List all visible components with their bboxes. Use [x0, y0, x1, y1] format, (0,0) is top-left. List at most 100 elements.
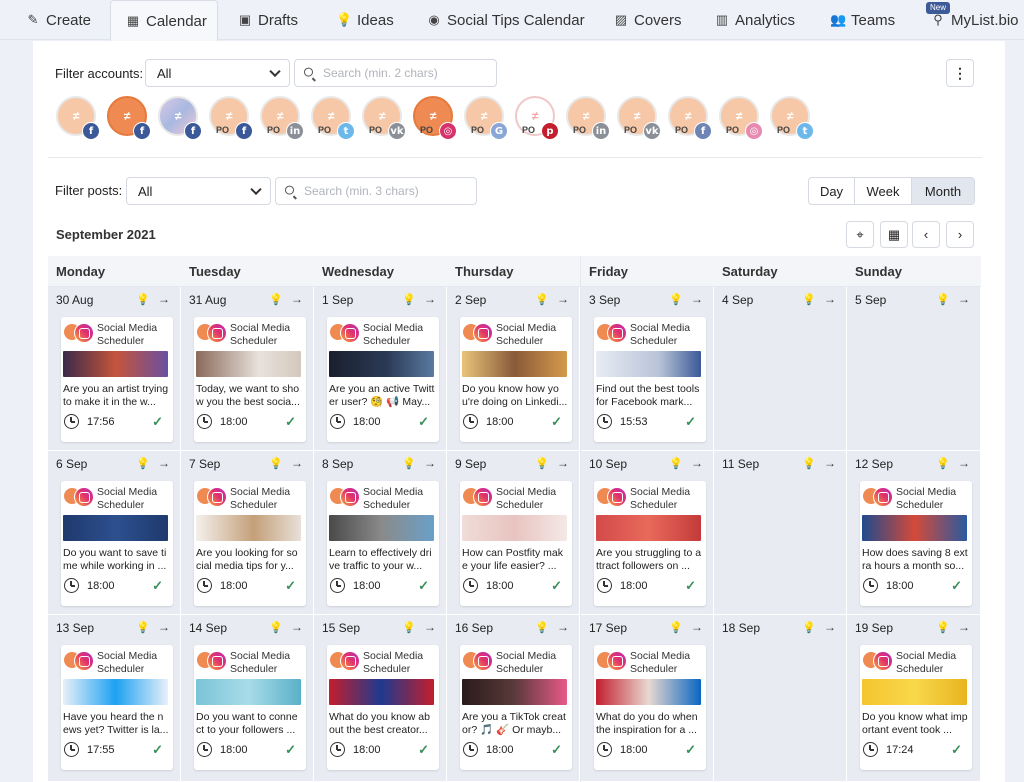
add-idea-button[interactable]: 💡 [402, 457, 416, 470]
calendar-day-cell[interactable]: 13 Sep 💡 → Social Media Scheduler Have you h… [48, 615, 181, 782]
scheduled-post-card[interactable]: Social Media Scheduler Are you struggling… [594, 481, 706, 606]
open-day-button[interactable]: → [691, 292, 703, 306]
scheduled-post-card[interactable]: Social Media Scheduler Today, we want to … [194, 317, 306, 442]
calendar-day-cell[interactable]: 4 Sep 💡 → [714, 287, 847, 451]
day-view-button[interactable]: Day [809, 178, 855, 204]
scheduled-post-card[interactable]: Social Media Scheduler Have you heard the… [61, 645, 173, 770]
open-day-button[interactable]: → [424, 456, 436, 470]
scheduled-post-card[interactable]: Social Media Scheduler Find out the best … [594, 317, 706, 442]
scheduled-post-card[interactable]: Social Media Scheduler Do you want to sav… [61, 481, 173, 606]
tab-covers[interactable]: ▨ Covers [613, 0, 682, 40]
calendar-day-cell[interactable]: 19 Sep 💡 → Social Media Scheduler Do you kno… [847, 615, 981, 782]
add-idea-button[interactable]: 💡 [269, 457, 283, 470]
calendar-day-cell[interactable]: 30 Aug 💡 → Social Media Scheduler Are you an… [48, 287, 181, 451]
calendar-day-cell[interactable]: 14 Sep 💡 → Social Media Scheduler Do you wan… [181, 615, 314, 782]
account-avatar[interactable]: ≠ PO t [770, 96, 814, 140]
account-avatar[interactable]: ≠ PO in [566, 96, 610, 140]
tab-analytics[interactable]: ▥ Analytics [714, 0, 795, 40]
tab-create[interactable]: ✎ Create [25, 0, 91, 40]
open-day-button[interactable]: → [824, 292, 836, 306]
calendar-day-cell[interactable]: 8 Sep 💡 → Social Media Scheduler Learn to ef… [314, 451, 447, 615]
calendar-day-cell[interactable]: 10 Sep 💡 → Social Media Scheduler Are you st… [581, 451, 714, 615]
more-options-button[interactable]: ⋮ [946, 59, 974, 87]
account-avatar[interactable]: ≠ PO vk [362, 96, 406, 140]
calendar-day-cell[interactable]: 15 Sep 💡 → Social Media Scheduler What do yo… [314, 615, 447, 782]
scheduled-post-card[interactable]: Social Media Scheduler How does saving 8 … [860, 481, 972, 606]
account-avatar[interactable]: ≠ f [107, 96, 151, 140]
account-avatar[interactable]: ≠ PO ◎ [413, 96, 457, 140]
add-idea-button[interactable]: 💡 [402, 621, 416, 634]
add-idea-button[interactable]: 💡 [802, 621, 816, 634]
tab-drafts[interactable]: ▣ Drafts [237, 0, 298, 40]
calendar-day-cell[interactable]: 9 Sep 💡 → Social Media Scheduler How can Pos… [447, 451, 580, 615]
calendar-day-cell[interactable]: 1 Sep 💡 → Social Media Scheduler Are you an … [314, 287, 447, 451]
scheduled-post-card[interactable]: Social Media Scheduler Do you know how yo… [460, 317, 572, 442]
open-day-button[interactable]: → [424, 620, 436, 634]
calendar-day-cell[interactable]: 16 Sep 💡 → Social Media Scheduler Are you a … [447, 615, 580, 782]
calendar-day-cell[interactable]: 18 Sep 💡 → [714, 615, 847, 782]
add-idea-button[interactable]: 💡 [936, 457, 950, 470]
today-button[interactable]: ⌖ [846, 221, 874, 248]
calendar-day-cell[interactable]: 7 Sep 💡 → Social Media Scheduler Are you loo… [181, 451, 314, 615]
add-idea-button[interactable]: 💡 [136, 293, 150, 306]
add-idea-button[interactable]: 💡 [936, 293, 950, 306]
account-avatar[interactable]: ≠ PO f [668, 96, 712, 140]
account-avatar[interactable]: ≠ PO in [260, 96, 304, 140]
scheduled-post-card[interactable]: Social Media Scheduler Are you looking fo… [194, 481, 306, 606]
scheduled-post-card[interactable]: Social Media Scheduler Do you want to con… [194, 645, 306, 770]
open-day-button[interactable]: → [958, 292, 970, 306]
filter-posts-select[interactable]: All [126, 177, 271, 205]
calendar-day-cell[interactable]: 11 Sep 💡 → [714, 451, 847, 615]
scheduled-post-card[interactable]: Social Media Scheduler Are you an active … [327, 317, 439, 442]
add-idea-button[interactable]: 💡 [136, 621, 150, 634]
tab-social-tips-calendar[interactable]: ◉ Social Tips Calendar [426, 0, 584, 40]
add-idea-button[interactable]: 💡 [535, 621, 549, 634]
account-avatar[interactable]: ≠ PO f [209, 96, 253, 140]
tab-teams[interactable]: 👥 Teams [830, 0, 895, 40]
next-month-button[interactable]: › [946, 221, 974, 248]
open-day-button[interactable]: → [824, 456, 836, 470]
previous-month-button[interactable]: ‹ [912, 221, 940, 248]
open-day-button[interactable]: → [557, 456, 569, 470]
add-idea-button[interactable]: 💡 [802, 457, 816, 470]
account-avatar[interactable]: ≠ f [158, 96, 202, 140]
add-idea-button[interactable]: 💡 [669, 621, 683, 634]
calendar-day-cell[interactable]: 17 Sep 💡 → Social Media Scheduler What do yo… [581, 615, 714, 782]
add-idea-button[interactable]: 💡 [269, 293, 283, 306]
calendar-day-cell[interactable]: 12 Sep 💡 → Social Media Scheduler How does s… [847, 451, 981, 615]
account-avatar[interactable]: ≠ PO t [311, 96, 355, 140]
date-picker-button[interactable]: ▦ [880, 221, 908, 248]
calendar-day-cell[interactable]: 2 Sep 💡 → Social Media Scheduler Do you know… [447, 287, 580, 451]
scheduled-post-card[interactable]: Social Media Scheduler How can Postfity m… [460, 481, 572, 606]
calendar-day-cell[interactable]: 31 Aug 💡 → Social Media Scheduler Today, we … [181, 287, 314, 451]
open-day-button[interactable]: → [958, 620, 970, 634]
open-day-button[interactable]: → [557, 292, 569, 306]
account-avatar[interactable]: ≠ PO vk [617, 96, 661, 140]
account-avatar[interactable]: ≠ f [56, 96, 100, 140]
open-day-button[interactable]: → [958, 456, 970, 470]
add-idea-button[interactable]: 💡 [136, 457, 150, 470]
open-day-button[interactable]: → [557, 620, 569, 634]
calendar-day-cell[interactable]: 5 Sep 💡 → [847, 287, 981, 451]
scheduled-post-card[interactable]: Social Media Scheduler Do you know what i… [860, 645, 972, 770]
add-idea-button[interactable]: 💡 [535, 293, 549, 306]
week-view-button[interactable]: Week [855, 178, 912, 204]
account-avatar[interactable]: ≠ PO G [464, 96, 508, 140]
scheduled-post-card[interactable]: Social Media Scheduler What do you do whe… [594, 645, 706, 770]
account-avatar[interactable]: ≠ PO p [515, 96, 559, 140]
scheduled-post-card[interactable]: Social Media Scheduler What do you know a… [327, 645, 439, 770]
open-day-button[interactable]: → [158, 620, 170, 634]
month-view-button[interactable]: Month [912, 178, 974, 204]
scheduled-post-card[interactable]: Social Media Scheduler Are you a TikTok c… [460, 645, 572, 770]
open-day-button[interactable]: → [691, 456, 703, 470]
posts-search-input[interactable] [304, 178, 476, 204]
open-day-button[interactable]: → [424, 292, 436, 306]
account-avatar[interactable]: ≠ PO ◎ [719, 96, 763, 140]
open-day-button[interactable]: → [291, 292, 303, 306]
add-idea-button[interactable]: 💡 [402, 293, 416, 306]
calendar-day-cell[interactable]: 3 Sep 💡 → Social Media Scheduler Find out th… [581, 287, 714, 451]
open-day-button[interactable]: → [691, 620, 703, 634]
tab-ideas[interactable]: 💡 Ideas [336, 0, 394, 40]
accounts-search-input[interactable] [323, 60, 496, 86]
add-idea-button[interactable]: 💡 [535, 457, 549, 470]
